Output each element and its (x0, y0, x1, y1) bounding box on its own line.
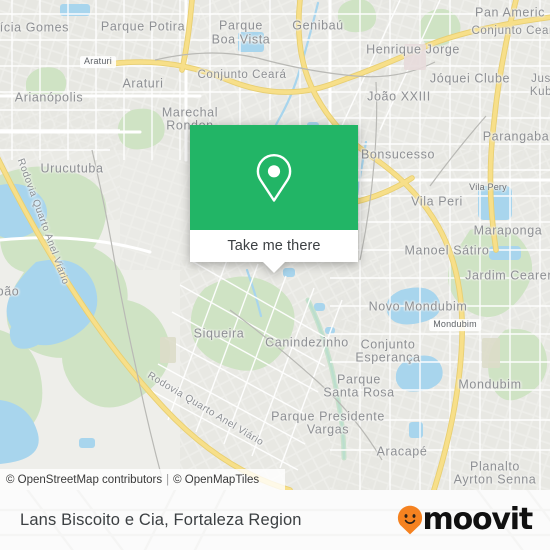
popup-tail (263, 262, 285, 273)
popup-header (190, 125, 358, 230)
moovit-wordmark: moovit (422, 502, 534, 537)
map-attribution: © OpenStreetMap contributors | © OpenMap… (0, 469, 285, 490)
moovit-logo[interactable]: moovit (397, 502, 534, 537)
moovit-smiley-pin-icon (397, 505, 422, 535)
openmaptiles-attribution-link[interactable]: © OpenMapTiles (173, 474, 259, 486)
osm-attribution-link[interactable]: © OpenStreetMap contributors (6, 474, 162, 486)
popup-footer[interactable]: Take me there (190, 230, 358, 273)
bottom-bar: Lans Biscoito e Cia, Fortaleza Region mo… (0, 490, 550, 550)
page-title: Lans Biscoito e Cia, Fortaleza Region (20, 510, 302, 529)
map-canvas[interactable]: trícia GomesParque PotiraParqueBoa Vista… (0, 0, 550, 490)
attribution-separator: | (166, 473, 170, 486)
map-pin-icon (256, 153, 292, 202)
map-page: trícia GomesParque PotiraParqueBoa Vista… (0, 0, 550, 550)
location-popup[interactable]: Take me there (190, 125, 358, 273)
take-me-there-button[interactable]: Take me there (227, 238, 320, 254)
